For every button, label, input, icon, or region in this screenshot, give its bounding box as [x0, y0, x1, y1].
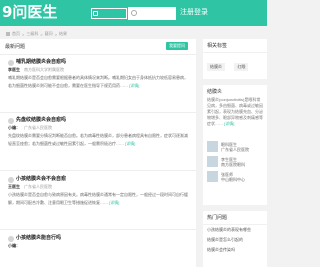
doctor-avatar [207, 156, 218, 167]
site-logo[interactable]: 9问医生 [2, 2, 57, 22]
question-list-panel: 最新问题 我要提问 哺乳期结膜炎会自愈吗 李医生 南方医科大学附属医院 哺乳期结… [0, 39, 196, 267]
tag-chip[interactable]: 结膜炎 [207, 63, 225, 71]
question-title[interactable]: 小孩结膜炎会不会自愈 [16, 176, 66, 183]
hot-question-link[interactable]: 结膜炎会传染吗 [203, 245, 267, 255]
sidebar: 相关标签 结膜炎 红眼 结膜炎 结膜炎(conjunctivitis)是眼科常见… [203, 39, 267, 267]
home-icon[interactable] [6, 32, 10, 36]
answer-excerpt: 哺乳期结膜炎是否会自愈需要根据患者的具体情况来判断。哺乳期妇女由于身体抵抗力较低… [8, 75, 188, 88]
breadcrumb-separator: > [40, 31, 43, 37]
doctor-row[interactable]: 张医师 中山眼科中心 [203, 169, 267, 184]
login-link[interactable]: 注册登录 [180, 6, 208, 20]
details-link[interactable]: [详情] [125, 141, 135, 146]
details-link[interactable]: [详情] [129, 83, 139, 88]
ask-question-button[interactable]: 我要提问 [166, 42, 188, 50]
doctor-avatar [207, 171, 218, 182]
breadcrumb-item[interactable]: 三级科 [26, 31, 38, 37]
doctor-desc: 中山眼科中心 [221, 176, 245, 182]
question-title[interactable]: 先盘纹结膜炎会自愈吗 [16, 117, 66, 124]
doctor-hospital: 广东省人民医院 [24, 184, 52, 189]
menu-button[interactable] [91, 8, 127, 19]
answer-excerpt: 先盘纹结膜炎需要分情况判断能否自愈。若为病毒性结膜炎，部分患者病程具有自限性，症… [8, 133, 188, 146]
breadcrumb-item: 结果 [59, 31, 68, 36]
question-title[interactable]: 哺乳期结膜炎会自愈吗 [16, 59, 66, 66]
doctor-name[interactable]: 王医生 [8, 184, 20, 190]
doctor-desc: 南方医院眼科 [221, 161, 245, 167]
breadcrumb-item[interactable]: 疑问 [45, 31, 53, 37]
breadcrumb: 首页 > 三级科 > 疑问 > 结果 [6, 31, 67, 37]
doctor-hospital: 南方医科大学附属医院 [24, 67, 64, 72]
question-item: 哺乳期结膜炎会自愈吗 李医生 南方医科大学附属医院 哺乳期结膜炎是否会自愈需要根… [8, 59, 188, 106]
question-icon [8, 176, 14, 183]
breadcrumb-separator: > [22, 31, 25, 37]
details-link[interactable]: [详情] [109, 200, 119, 205]
menu-icon [93, 11, 98, 16]
divider [0, 112, 196, 113]
question-item: 小孩结膜炎能自行吗 小编： [8, 235, 188, 249]
topic-title: 结膜炎 [207, 89, 223, 95]
page: 9问医生 注册登录 首页 > 三级科 > 疑问 > 结果 最新问题 我要提问 哺… [0, 0, 267, 267]
search-icon [131, 10, 137, 16]
question-icon [8, 59, 14, 66]
hot-question-link[interactable]: 结膜炎是怎么引起的 [203, 235, 267, 245]
topic-details-link[interactable]: [详情] [224, 121, 234, 126]
top-header: 9问医生 注册登录 [0, 0, 267, 26]
hot-question-link[interactable]: 小孩结膜炎的表现有哪些 [203, 225, 267, 235]
doctor-name[interactable]: 小编： [8, 243, 20, 249]
question-item: 先盘纹结膜炎会自愈吗 小编： 广东省人民医院 先盘纹结膜炎需要分情况判断能否自愈… [8, 117, 188, 164]
question-item: 小孩结膜炎会不会自愈 王医生 广东省人民医院 小孩结膜炎是否会自愈与致病原因有关… [8, 176, 188, 223]
panel-header: 最新问题 我要提问 [0, 39, 196, 55]
divider [0, 229, 196, 230]
breadcrumb-separator: > [54, 31, 58, 37]
question-icon [8, 235, 14, 242]
tags-card: 相关标签 结膜炎 红眼 [203, 39, 267, 79]
question-title[interactable]: 小孩结膜炎能自行吗 [16, 235, 61, 242]
tag-chip[interactable]: 红眼 [234, 63, 249, 71]
panel-title: 最新问题 [5, 44, 26, 50]
search-input[interactable] [128, 7, 176, 20]
divider [0, 170, 196, 171]
doctor-row[interactable]: 眼科医生 广东省人民医院 [203, 139, 267, 154]
tags-title: 相关标签 [203, 39, 267, 53]
hot-title: 热门问题 [203, 211, 267, 225]
question-icon [8, 117, 14, 124]
doctor-desc: 广东省人民医院 [221, 146, 249, 152]
doctor-name[interactable]: 小编： [8, 125, 20, 131]
topic-card: 结膜炎 结膜炎(conjunctivitis)是眼科常见病，多由细菌、病毒或过敏… [203, 85, 267, 205]
doctor-row[interactable]: 李生医生 南方医院眼科 [203, 154, 267, 169]
doctor-hospital: 广东省人民医院 [24, 125, 52, 130]
hot-questions-card: 热门问题 小孩结膜炎的表现有哪些 结膜炎是怎么引起的 结膜炎会传染吗 [203, 211, 267, 267]
breadcrumb-item[interactable]: 首页 [12, 31, 20, 37]
answer-excerpt: 小孩结膜炎是否会自愈与致病原因有关。病毒性结膜炎通常有一定自限性，一般经过一段时… [8, 192, 188, 205]
doctor-name[interactable]: 李医生 [8, 67, 20, 73]
doctor-avatar [207, 141, 218, 152]
topic-description: 结膜炎(conjunctivitis)是眼科常见病，多由细菌、病毒或过敏因素引起… [207, 97, 263, 126]
